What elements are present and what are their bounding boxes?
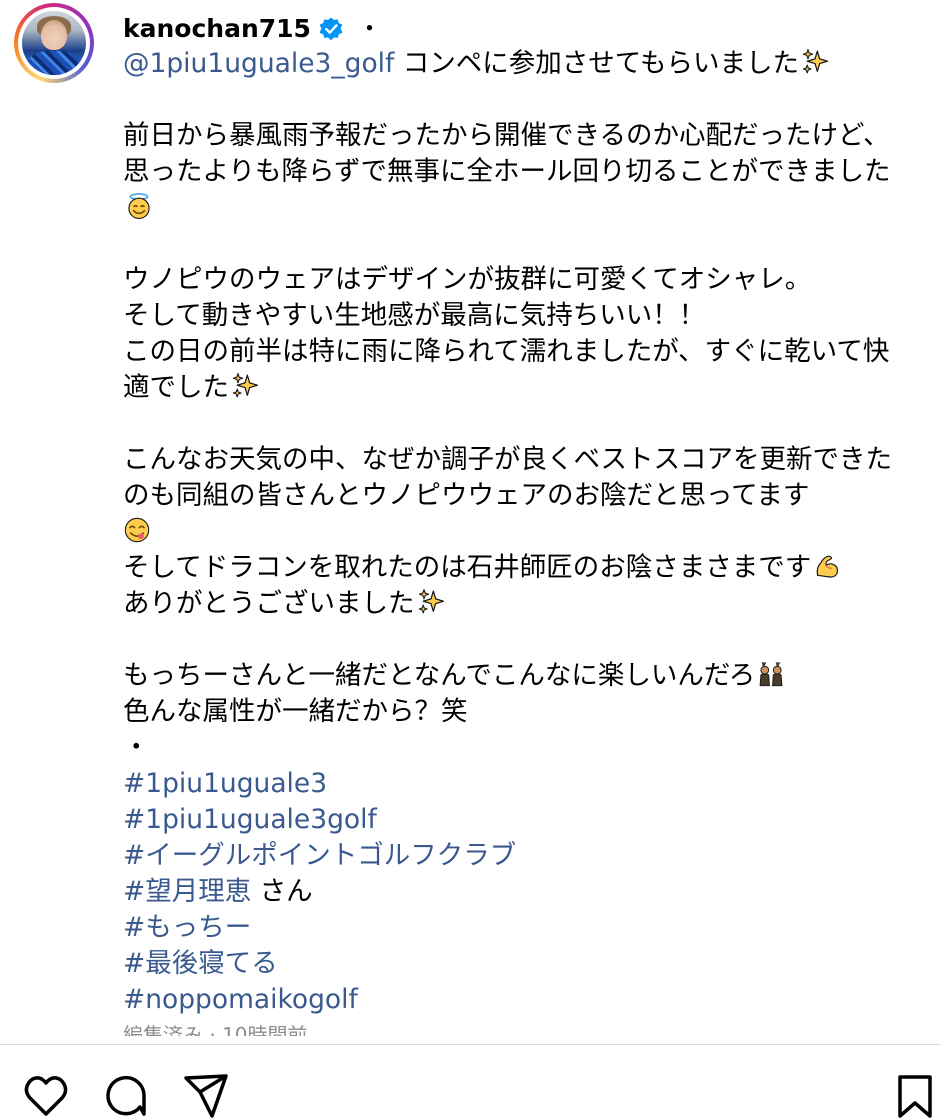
sparkles-emoji <box>417 588 445 616</box>
women-with-bunny-ears-emoji <box>759 662 783 687</box>
post-action-bar <box>0 1072 941 1118</box>
avatar-photo-face <box>41 20 67 50</box>
caption-text: @1piu1uguale3_golf コンペに参加させてもらいました 前日から暴… <box>123 46 913 1018</box>
hashtag-link[interactable]: #1piu1uguale3 <box>123 768 327 799</box>
hashtag-link[interactable]: #イーグルポイントゴルフクラブ <box>123 840 516 871</box>
hashtag-link[interactable]: #もっちー <box>123 912 251 943</box>
smiling-face-with-halo-emoji <box>128 192 150 219</box>
avatar-photo <box>22 11 86 75</box>
hashtag-link[interactable]: #最後寝てる <box>123 948 278 979</box>
send-icon[interactable] <box>182 1072 230 1120</box>
caption-paragraph-2-line-1: ウノピウのウェアはデザインが抜群に可愛くてオシャレ。 <box>123 264 812 295</box>
post-header: kanochan715 ・ <box>123 12 913 46</box>
hashtag-link[interactable]: #望月理恵 <box>123 876 251 907</box>
sparkles-emoji <box>231 372 259 400</box>
caption-paragraph-3-line-1: こんなお天気の中、なぜか調子が良くベストスコアを更新できたのも同組の皆さんとウノ… <box>123 444 893 511</box>
header-separator: ・ <box>356 14 382 43</box>
avatar[interactable] <box>14 3 94 83</box>
username-link[interactable]: kanochan715 <box>123 12 311 46</box>
face-savoring-food-emoji <box>124 517 150 543</box>
bookmark-icon[interactable] <box>895 1072 935 1120</box>
avatar-photo-body <box>28 51 80 75</box>
mention-link[interactable]: @1piu1uguale3_golf <box>123 48 394 79</box>
sparkles-emoji <box>801 48 829 76</box>
caption-dot-line: ・ <box>123 732 150 763</box>
avatar-border <box>18 7 90 79</box>
verified-badge-icon <box>319 17 343 41</box>
hashtag-link[interactable]: #1piu1uguale3golf <box>123 804 377 835</box>
flexed-biceps-emoji <box>816 555 839 578</box>
caption-paragraph-3-line-3: ありがとうございました <box>123 588 415 619</box>
hashtag-link[interactable]: #noppomaikogolf <box>123 984 358 1015</box>
caption-line-1: コンペに参加させてもらいました <box>394 48 799 79</box>
caption-paragraph-2-line-2: そして動きやすい生地感が最高に気持ちいい！！ <box>123 300 706 331</box>
caption-paragraph-3-line-2: そしてドラコンを取れたのは石井師匠のお陰さまさまです <box>123 552 812 583</box>
caption-paragraph-4-line-1: もっちーさんと一緒だとなんでこんなに楽しいんだろ <box>123 660 756 691</box>
caption-paragraph-1: 前日から暴風雨予報だったから開催できるのか心配だったけど、思ったよりも降らずで無… <box>123 120 891 187</box>
caption-paragraph-4-line-2: 色んな属性が一緒だから？笑 <box>123 696 468 727</box>
post-caption-block: kanochan715 ・ @1piu1uguale3_golf コンペに参加さ… <box>123 12 913 1036</box>
comment-icon[interactable] <box>102 1072 150 1120</box>
heart-icon[interactable] <box>22 1072 70 1120</box>
caption-honorific: さん <box>251 876 313 907</box>
actions-divider <box>0 1044 941 1045</box>
edited-timestamp: 編集済み · 10時間前 <box>123 1023 308 1036</box>
